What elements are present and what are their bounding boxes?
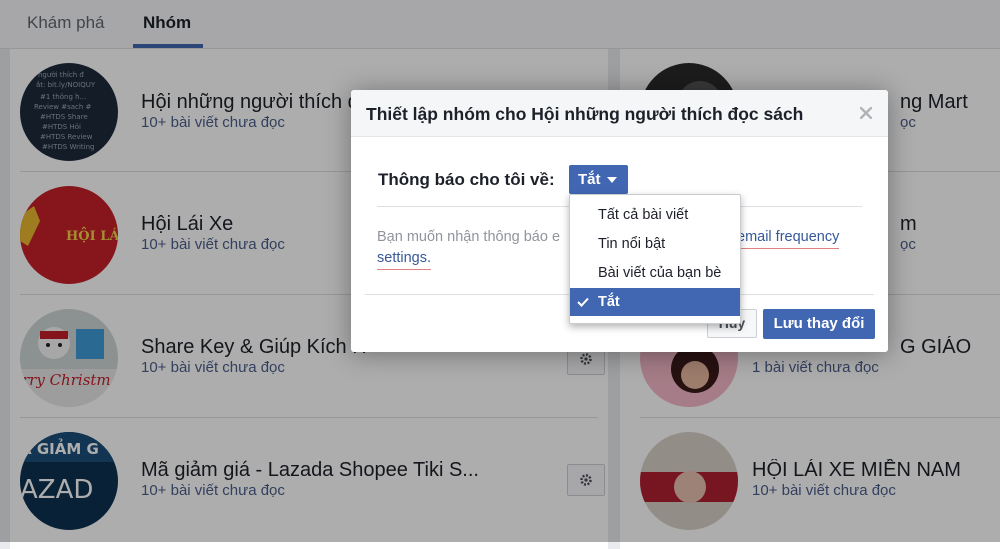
menu-item-highlights[interactable]: Tin nổi bật (570, 230, 740, 258)
notification-options-menu: Tất cả bài viết Tin nổi bật Bài viết của… (569, 194, 741, 324)
menu-item-off[interactable]: Tắt (570, 288, 740, 316)
menu-item-friends-posts[interactable]: Bài viết của bạn bè (570, 259, 740, 287)
dialog-header: Thiết lập nhóm cho Hội những người thích… (351, 90, 888, 137)
notify-label: Thông báo cho tôi về: (378, 170, 555, 189)
menu-item-all-posts[interactable]: Tất cả bài viết (570, 201, 740, 229)
settings-link[interactable]: settings. (377, 248, 431, 270)
description-text: Bạn muốn nhận thông báo e (377, 229, 561, 245)
check-icon (577, 297, 589, 307)
dialog-title: Thiết lập nhóm cho Hội những người thích… (366, 104, 804, 124)
close-icon[interactable] (860, 107, 872, 119)
email-frequency-link[interactable]: email frequency (737, 227, 840, 249)
notification-select-button[interactable]: Tắt (569, 165, 628, 194)
caret-down-icon (607, 177, 617, 183)
selected-option-label: Tắt (578, 171, 601, 188)
save-changes-button[interactable]: Lưu thay đổi (763, 309, 875, 339)
